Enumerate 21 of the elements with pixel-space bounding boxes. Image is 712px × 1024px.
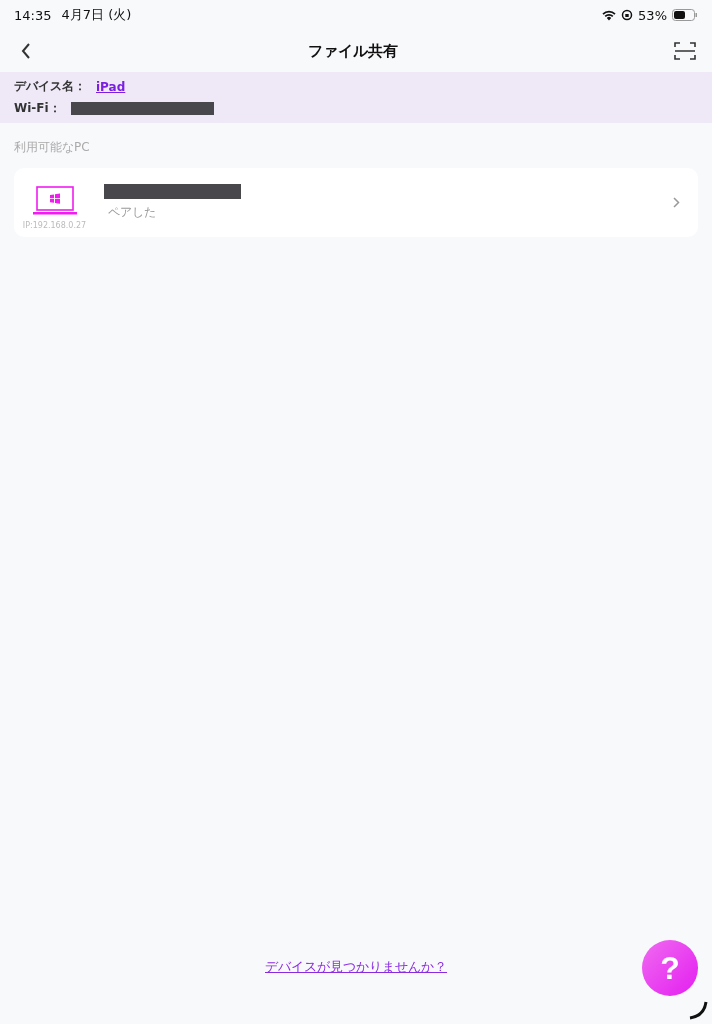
status-time: 14:35 [14,7,52,23]
device-name-label: デバイス名： [14,78,86,95]
device-name-link[interactable]: iPad [96,79,126,94]
wifi-label: Wi-Fi： [14,100,61,117]
pair-status: ペアした [107,204,157,221]
battery-icon [672,9,698,21]
section-title: 利用可能なPC [13,139,91,156]
rotation-lock-icon [621,9,634,21]
windows-laptop-icon [32,185,77,216]
ip-address: IP:192.168.0.27 [22,220,87,230]
chevron-right-icon [673,197,680,208]
help-link[interactable]: デバイスが見つかりませんか？ [265,958,447,976]
battery-percentage: 53% [638,7,667,23]
wifi-icon [602,9,617,21]
scan-button[interactable] [674,41,696,61]
status-date: 4月7日 (火) [61,6,132,24]
back-button[interactable] [20,42,32,60]
help-button[interactable]: ? [642,940,698,996]
pc-card[interactable]: IP:192.168.0.27 ペアした [14,168,698,237]
page-title: ファイル共有 [308,41,398,61]
corner-arc-icon [688,1000,708,1020]
